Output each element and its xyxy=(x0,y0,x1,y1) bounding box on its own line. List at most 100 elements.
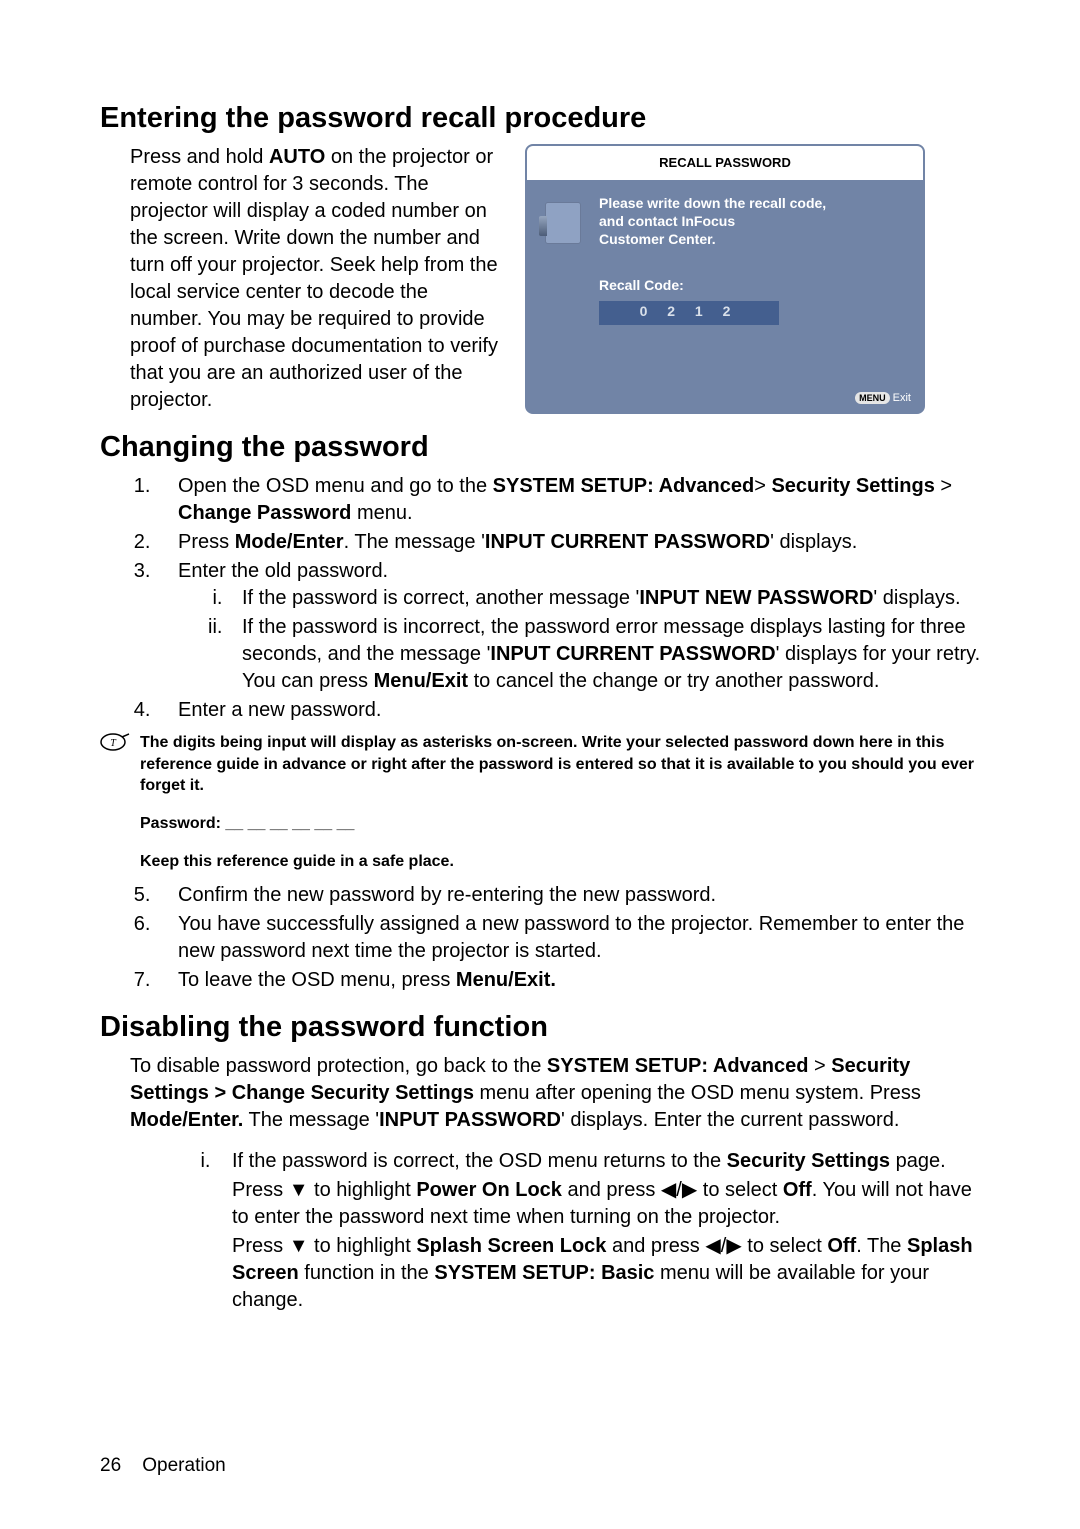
projector-icon xyxy=(539,202,585,325)
note-icon: T xyxy=(100,732,130,754)
di3-c: Splash Screen Lock xyxy=(416,1235,606,1257)
li7-a: To leave the OSD menu, press xyxy=(178,969,456,991)
di2-a: Press xyxy=(232,1179,289,1201)
note-text: The digits being input will display as a… xyxy=(140,732,990,797)
p1-i: ' displays. Enter the current password. xyxy=(561,1109,899,1131)
footer-label: Operation xyxy=(142,1455,225,1476)
changing-list-2: Confirm the new password by re-entering … xyxy=(156,882,990,994)
li2-c: . The message ' xyxy=(344,531,485,553)
disabling-body: To disable password protection, go back … xyxy=(130,1053,990,1314)
osd-body: Please write down the recall code, and c… xyxy=(585,190,905,325)
di2-f: Off xyxy=(783,1179,812,1201)
svg-text:T: T xyxy=(110,738,117,749)
li1-g: menu. xyxy=(351,502,412,524)
di-b: Security Settings xyxy=(727,1150,890,1172)
arrow-left-icon: ◀ xyxy=(705,1235,720,1257)
osd-title: RECALL PASSWORD xyxy=(527,146,923,180)
li1-e: > xyxy=(935,475,952,497)
li3-text: Enter the old password. xyxy=(178,560,388,582)
changing-li4: Enter a new password. xyxy=(156,697,990,724)
p1-a: To disable password protection, go back … xyxy=(130,1055,547,1077)
changing-li7: To leave the OSD menu, press Menu/Exit. xyxy=(156,967,990,994)
menu-button-label: MENU xyxy=(855,392,890,404)
di-c: page. xyxy=(890,1150,946,1172)
password-blanks: Password: __ __ __ __ __ __ xyxy=(140,813,990,835)
disabling-p1: To disable password protection, go back … xyxy=(130,1053,990,1134)
disabling-sublist: If the password is correct, the OSD menu… xyxy=(216,1148,990,1314)
li1-f: Change Password xyxy=(178,502,351,524)
di3-e: to select xyxy=(742,1235,828,1257)
di2-c: Power On Lock xyxy=(416,1179,562,1201)
arrow-down-icon: ▼ xyxy=(289,1235,309,1257)
li3-sublist: If the password is correct, another mess… xyxy=(228,585,990,695)
li1-b: SYSTEM SETUP: Advanced xyxy=(493,475,755,497)
li3-ii: If the password is incorrect, the passwo… xyxy=(228,614,990,695)
di2-b: to highlight xyxy=(308,1179,416,1201)
di3-j: SYSTEM SETUP: Basic xyxy=(434,1262,654,1284)
arrow-left-icon: ◀ xyxy=(661,1179,676,1201)
p1-f: Mode/Enter. xyxy=(130,1109,243,1131)
p1-b: SYSTEM SETUP: Advanced xyxy=(547,1055,809,1077)
di-a: If the password is correct, the OSD menu… xyxy=(232,1150,727,1172)
li3ii-b: INPUT CURRENT PASSWORD xyxy=(490,643,775,665)
osd-dialog: RECALL PASSWORD Please write down the re… xyxy=(525,144,925,414)
page-number: 26 xyxy=(100,1455,121,1476)
recall-text: Press and hold AUTO on the projector or … xyxy=(130,144,505,414)
keep-safe: Keep this reference guide in a safe plac… xyxy=(140,851,990,873)
recall-auto: AUTO xyxy=(269,146,325,168)
li7-b: Menu/Exit. xyxy=(456,969,556,991)
disabling-i: If the password is correct, the OSD menu… xyxy=(216,1148,990,1314)
changing-li2: Press Mode/Enter. The message 'INPUT CUR… xyxy=(156,529,990,556)
li3ii-d: Menu/Exit xyxy=(374,670,468,692)
arrow-right-icon: ▶ xyxy=(726,1235,741,1257)
di3-a: Press xyxy=(232,1235,289,1257)
heading-recall: Entering the password recall procedure xyxy=(100,99,990,138)
heading-changing: Changing the password xyxy=(100,428,990,467)
li2-b: Mode/Enter xyxy=(235,531,344,553)
osd-exit: Exit xyxy=(893,392,911,404)
li3ii-e: to cancel the change or try another pass… xyxy=(468,670,879,692)
li3-i: If the password is correct, another mess… xyxy=(228,585,990,612)
osd-footer: MENUExit xyxy=(855,391,911,406)
di3-d: and press xyxy=(606,1235,705,1257)
li1-c: > xyxy=(754,475,771,497)
li1-a: Open the OSD menu and go to the xyxy=(178,475,493,497)
recall-body-1: Press and hold xyxy=(130,146,269,168)
changing-li6: You have successfully assigned a new pas… xyxy=(156,911,990,965)
li3i-c: ' displays. xyxy=(873,587,960,609)
di3-g: . The xyxy=(856,1235,907,1257)
changing-li5: Confirm the new password by re-entering … xyxy=(156,882,990,909)
p1-g: The message ' xyxy=(243,1109,379,1131)
recall-body-2: on the projector or remote control for 3… xyxy=(130,146,498,411)
li3i-a: If the password is correct, another mess… xyxy=(242,587,639,609)
changing-li3: Enter the old password. If the password … xyxy=(156,558,990,695)
recall-row: Press and hold AUTO on the projector or … xyxy=(130,144,990,414)
di3-i: function in the xyxy=(299,1262,435,1284)
osd-msg-2: and contact InFocus xyxy=(599,212,905,230)
p1-h: INPUT PASSWORD xyxy=(379,1109,561,1131)
p1-e: menu after opening the OSD menu system. … xyxy=(474,1082,921,1104)
li2-d: INPUT CURRENT PASSWORD xyxy=(485,531,770,553)
osd-code: 0 2 1 2 xyxy=(599,301,779,325)
li2-e: ' displays. xyxy=(770,531,857,553)
changing-li1: Open the OSD menu and go to the SYSTEM S… xyxy=(156,473,990,527)
note-block: T The digits being input will display as… xyxy=(100,732,990,797)
osd-inner: Please write down the recall code, and c… xyxy=(527,180,923,359)
osd-msg-1: Please write down the recall code, xyxy=(599,194,905,212)
li1-d: Security Settings xyxy=(771,475,934,497)
arrow-down-icon: ▼ xyxy=(289,1179,309,1201)
p1-c: > xyxy=(808,1055,831,1077)
osd-msg: Please write down the recall code, and c… xyxy=(599,194,905,249)
changing-list: Open the OSD menu and go to the SYSTEM S… xyxy=(156,473,990,724)
osd-recall-label: Recall Code: xyxy=(599,276,905,295)
di3-b: to highlight xyxy=(308,1235,416,1257)
di2-e: to select xyxy=(697,1179,783,1201)
di2-d: and press xyxy=(562,1179,661,1201)
osd-msg-3: Customer Center. xyxy=(599,230,905,248)
li2-a: Press xyxy=(178,531,235,553)
di3-f: Off xyxy=(827,1235,856,1257)
arrow-right-icon: ▶ xyxy=(682,1179,697,1201)
li3i-b: INPUT NEW PASSWORD xyxy=(639,587,873,609)
footer: 26 Operation xyxy=(100,1453,226,1479)
heading-disabling: Disabling the password function xyxy=(100,1008,990,1047)
